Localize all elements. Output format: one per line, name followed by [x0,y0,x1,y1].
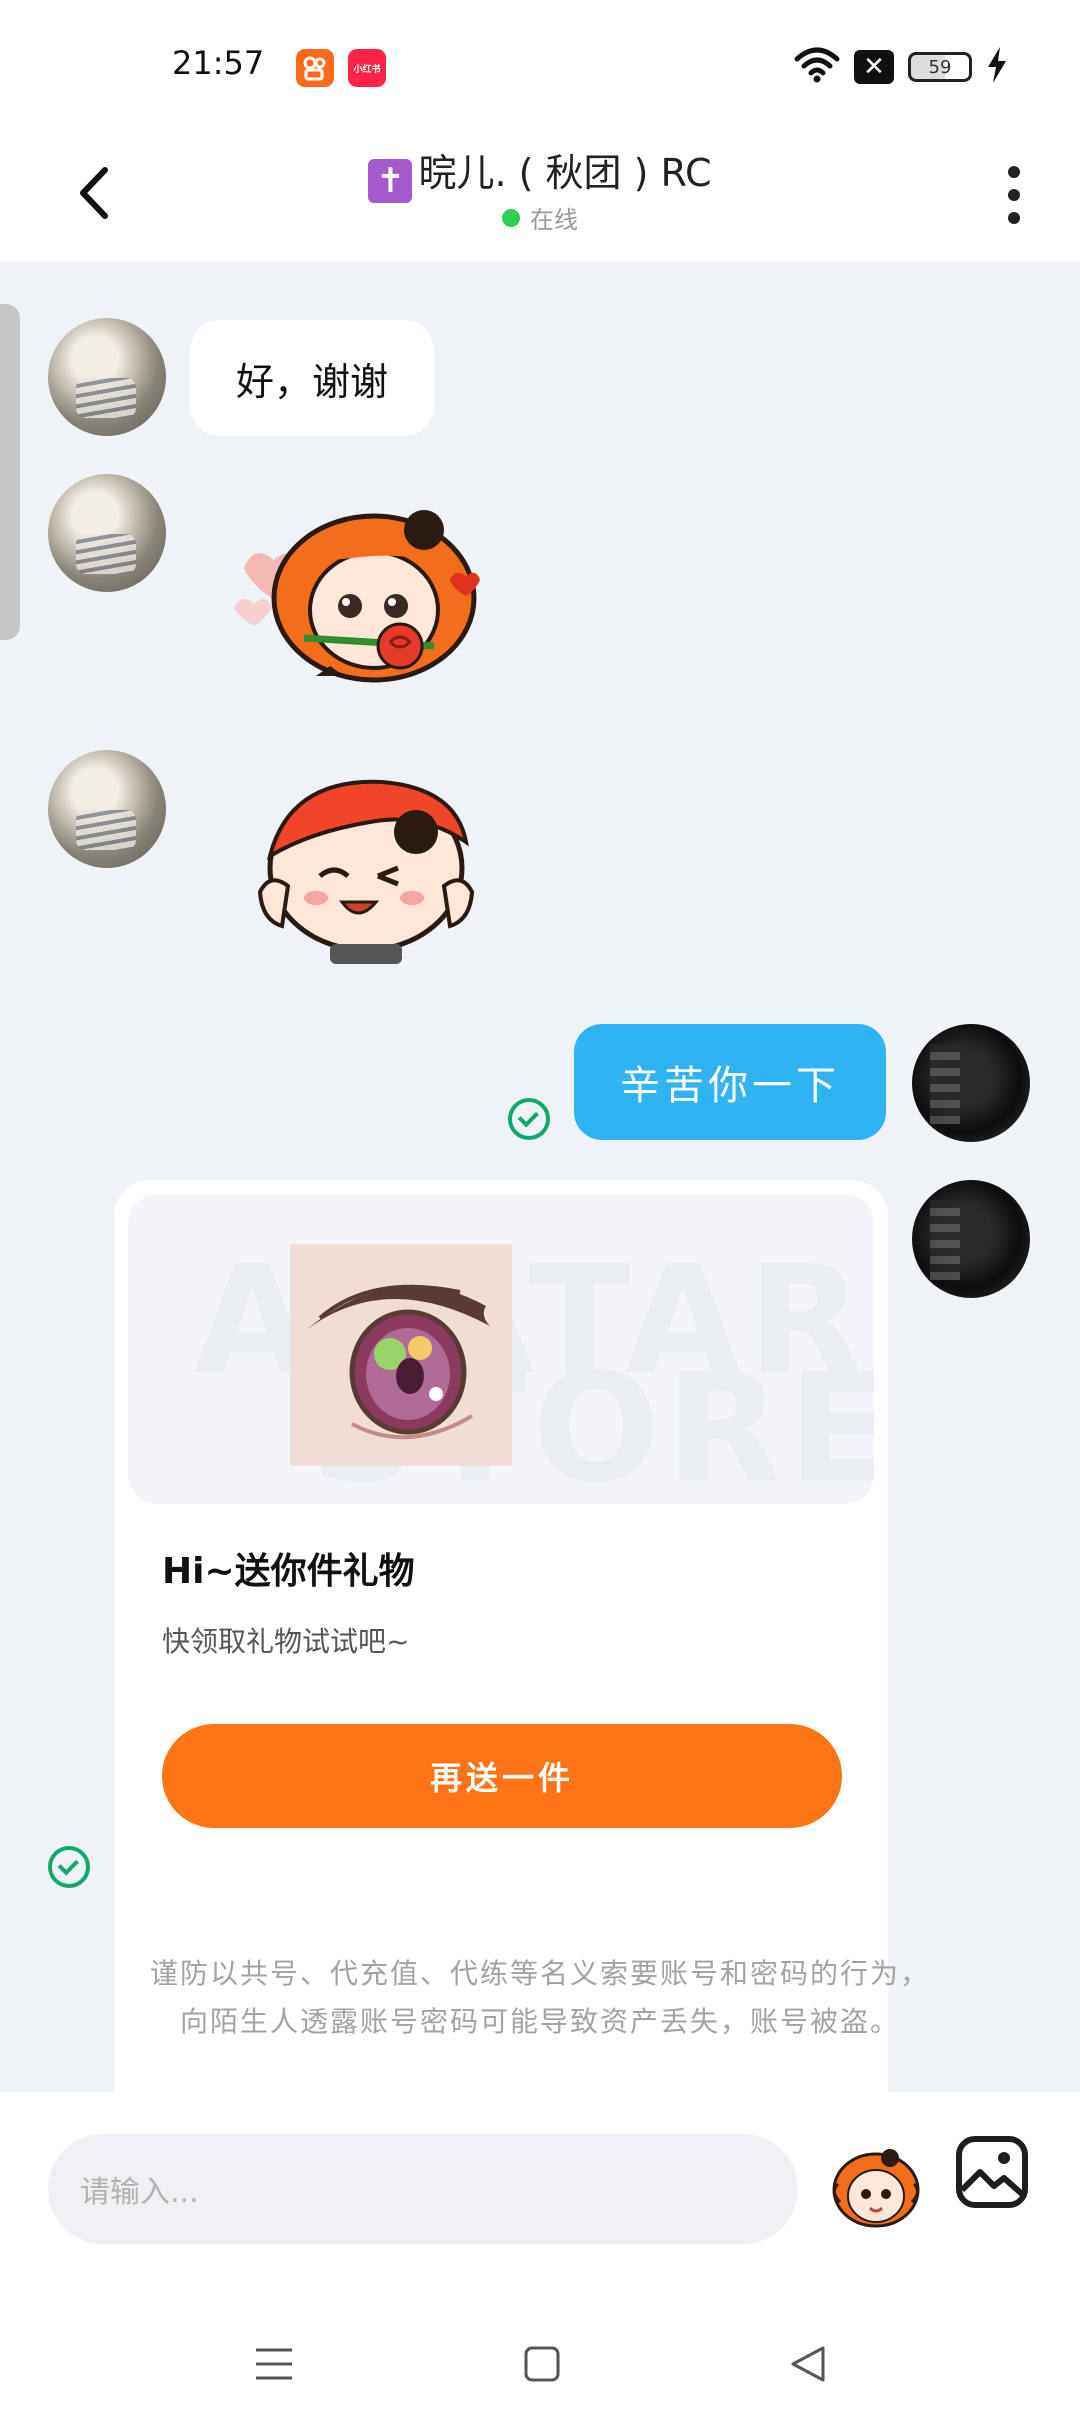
incoming-message-bubble[interactable]: 好，谢谢 [190,320,435,436]
input-bar: 请输入... [0,2092,1080,2412]
system-nav-bar [0,2312,1080,2412]
more-dot-icon [1008,212,1020,224]
wifi-icon [794,47,840,87]
more-dot-icon [1008,166,1020,178]
xiaohongshu-icon: 小红书 [348,49,386,87]
my-avatar[interactable] [912,1024,1030,1142]
online-dot-icon [502,208,520,227]
x-box-icon: ✕ [854,50,894,84]
outgoing-message-bubble[interactable]: 辛苦你一下 [574,1024,886,1140]
sticker-shy[interactable] [246,772,486,968]
more-dot-icon [1008,189,1020,201]
kuaishou-icon [296,49,334,87]
gift-subtitle: 快领取礼物试试吧~ [162,1625,410,1658]
safety-notice-line: 谨防以共号、代充值、代练等名义索要账号和密码的行为， [149,1957,930,1990]
safety-notice-line: 向陌生人透露账号密码可能导致资产丢失，账号被盗。 [179,2005,900,2038]
scroll-handle[interactable] [0,304,20,640]
battery-icon: 59 [908,52,972,82]
chat-title: ✝ 晥儿. ( 秋团 ) RC [0,142,1080,203]
contact-avatar[interactable] [48,474,166,592]
chat-title-text: 晥儿. ( 秋团 ) RC [418,151,712,195]
sent-check-icon [48,1846,90,1888]
nav-back-button[interactable] [780,2336,836,2392]
gift-item-image [290,1244,512,1466]
send-another-gift-button[interactable]: 再送一件 [162,1724,842,1828]
sticker-picker-icon[interactable] [826,2132,926,2232]
status-time: 21:57 [172,44,265,82]
nav-menu-button[interactable] [246,2336,302,2392]
online-status-label: 在线 [530,206,578,234]
safety-notice: 谨防以共号、代充值、代练等名义索要账号和密码的行为， 向陌生人透露账号密码可能导… [60,1950,1020,2046]
gift-banner: AVATAR STORE [128,1194,874,1504]
status-bar: 21:57 小红书 ✕ 59 [0,0,1080,130]
charging-icon [986,47,1008,87]
status-icons: ✕ 59 [794,46,1008,88]
sticker-rose[interactable] [224,488,494,708]
back-triangle-icon [791,2346,825,2382]
cross-icon: ✝ [368,159,413,203]
message-input[interactable]: 请输入... [48,2134,798,2244]
chat-header: ✝ 晥儿. ( 秋团 ) RC 在线 [0,130,1080,262]
nav-home-button[interactable] [514,2336,570,2392]
menu-icon [256,2348,292,2380]
gift-title: Hi~送你件礼物 [162,1551,415,1592]
my-avatar[interactable] [912,1180,1030,1298]
contact-avatar[interactable] [48,318,166,436]
contact-avatar[interactable] [48,750,166,868]
more-options-button[interactable] [994,160,1034,230]
home-square-icon [524,2346,560,2382]
sent-check-icon [508,1098,550,1140]
message-list[interactable]: 好，谢谢 辛苦你一下 AVATAR STORE Hi~送你件礼物 快领取礼物试试… [0,262,1080,2148]
online-status: 在线 [0,200,1080,235]
image-picker-icon[interactable] [954,2134,1030,2210]
eye-illustration [306,1284,490,1440]
